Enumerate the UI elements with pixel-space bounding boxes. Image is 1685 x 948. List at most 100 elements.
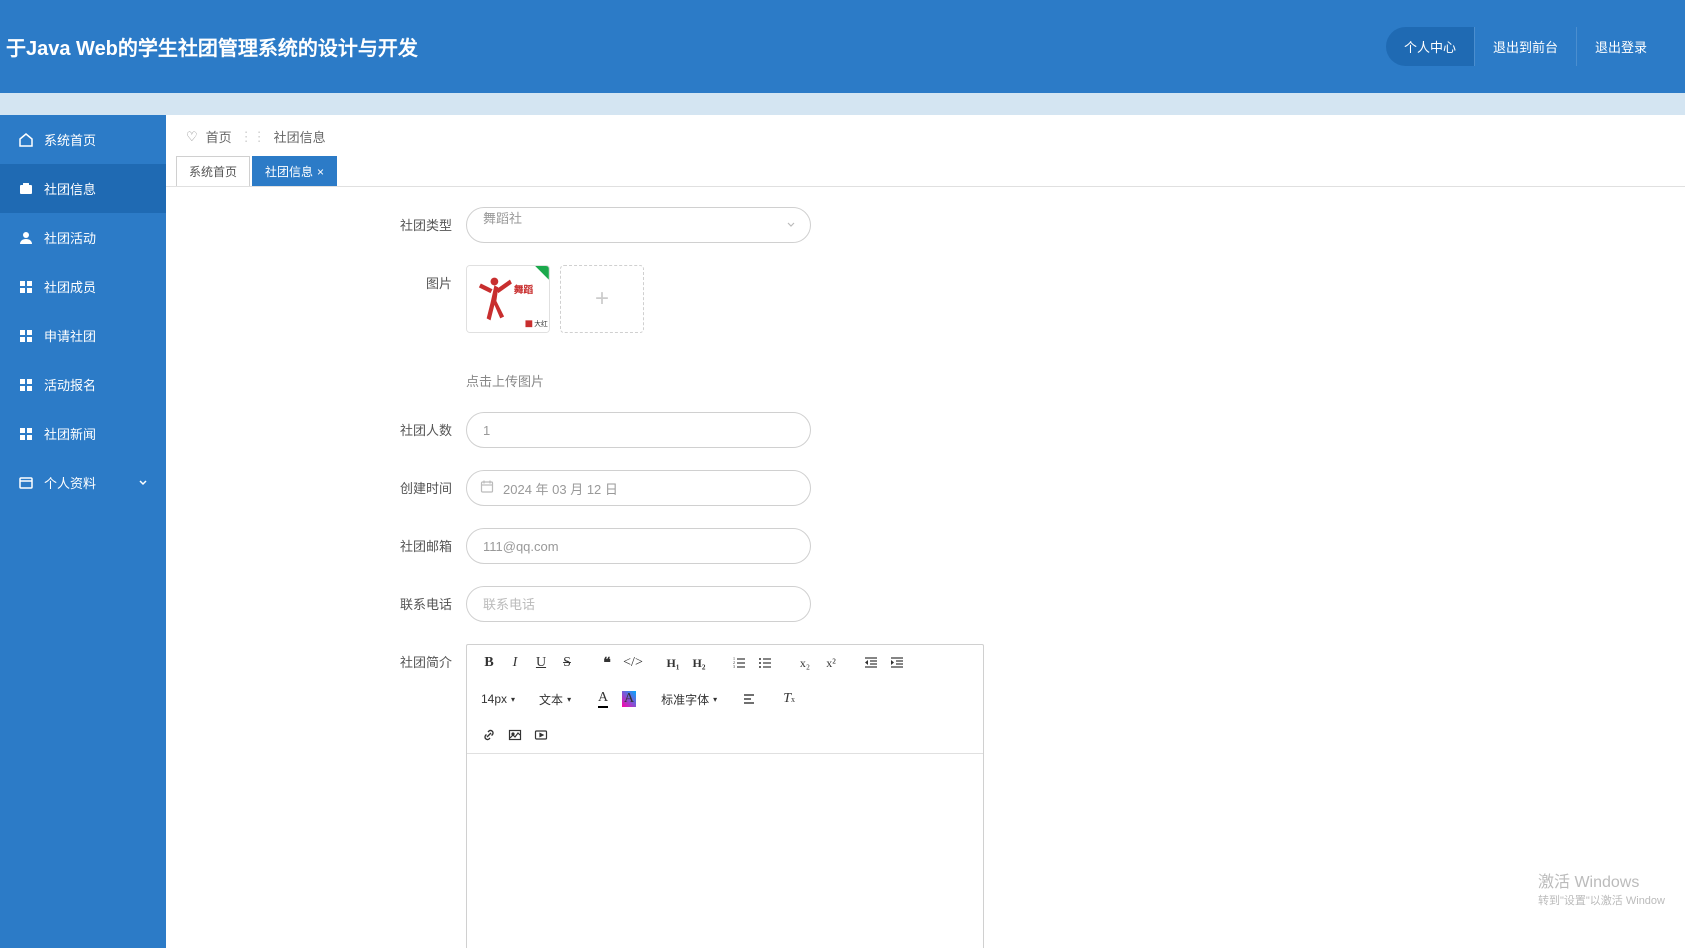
chevron-down-icon <box>138 475 148 490</box>
app-header: 于Java Web的学生社团管理系统的设计与开发 个人中心 退出到前台 退出登录 <box>0 0 1685 93</box>
upload-hint: 点击上传图片 <box>466 371 644 390</box>
phone-input[interactable] <box>466 586 811 622</box>
svg-text:大红: 大红 <box>534 319 548 328</box>
sidebar: 系统首页 社团信息 社团活动 社团成员 申请社团 <box>0 115 166 948</box>
italic-button[interactable]: I <box>503 651 527 675</box>
bg-color-button[interactable]: A <box>617 687 641 711</box>
field-member-count: 社团人数 <box>206 412 1645 448</box>
font-color-button[interactable]: A <box>591 687 615 711</box>
calendar-icon <box>480 480 494 497</box>
sidebar-item-label: 社团活动 <box>44 228 96 247</box>
grid-icon <box>18 279 34 295</box>
field-label: 创建时间 <box>206 470 466 497</box>
info-icon <box>18 181 34 197</box>
underline-button[interactable]: U <box>529 651 553 675</box>
user-icon <box>18 230 34 246</box>
breadcrumb-current: 社团信息 <box>274 127 326 146</box>
text-type-select[interactable]: 文本▾ <box>535 689 575 710</box>
field-label: 社团类型 <box>206 207 466 234</box>
sidebar-item-club-news[interactable]: 社团新闻 <box>0 409 166 458</box>
nav-profile-center[interactable]: 个人中心 <box>1386 27 1474 66</box>
svg-text:舞蹈: 舞蹈 <box>514 283 534 296</box>
font-family-select[interactable]: 标准字体▾ <box>657 689 721 710</box>
sidebar-item-apply-club[interactable]: 申请社团 <box>0 311 166 360</box>
field-club-type: 社团类型 舞蹈社 <box>206 207 1645 243</box>
outdent-button[interactable] <box>859 651 883 675</box>
tab-close-icon[interactable]: × <box>317 165 324 179</box>
sidebar-item-personal-info[interactable]: 个人资料 <box>0 458 166 507</box>
email-input[interactable] <box>466 528 811 564</box>
sidebar-item-label: 个人资料 <box>44 473 96 492</box>
image-upload-area: 舞蹈 大红 + <box>466 265 644 333</box>
editor-toolbar: B I U S ❝ </> H₁ H₂ 123 <box>467 645 983 754</box>
club-form: 社团类型 舞蹈社 图片 <box>166 187 1685 948</box>
field-intro: 社团简介 B I U S ❝ </> H₁ H₂ <box>206 644 1645 948</box>
breadcrumb: ♡ 首页 ⋮⋮ 社团信息 <box>166 115 1685 156</box>
field-create-time: 创建时间 <box>206 470 1645 506</box>
member-count-input[interactable] <box>466 412 811 448</box>
rich-text-editor: B I U S ❝ </> H₁ H₂ 123 <box>466 644 984 948</box>
sidebar-item-label: 社团信息 <box>44 179 96 198</box>
create-time-input[interactable] <box>466 470 811 506</box>
tab-label: 系统首页 <box>189 165 237 179</box>
sidebar-item-label: 社团成员 <box>44 277 96 296</box>
sidebar-item-club-members[interactable]: 社团成员 <box>0 262 166 311</box>
code-button[interactable]: </> <box>621 651 645 675</box>
field-label: 社团人数 <box>206 412 466 439</box>
sidebar-item-club-activity[interactable]: 社团活动 <box>0 213 166 262</box>
grid-icon <box>18 377 34 393</box>
tabs: 系统首页 社团信息 × <box>166 156 1685 187</box>
heading1-button[interactable]: H₁ <box>661 651 685 675</box>
image-button[interactable] <box>503 723 527 747</box>
subscript-button[interactable]: x₂ <box>793 651 817 675</box>
app-title: 于Java Web的学生社团管理系统的设计与开发 <box>6 32 418 61</box>
ordered-list-button[interactable]: 123 <box>727 651 751 675</box>
club-type-select[interactable]: 舞蹈社 <box>466 207 811 243</box>
sidebar-item-label: 系统首页 <box>44 130 96 149</box>
breadcrumb-separator: ⋮⋮ <box>240 129 266 145</box>
indent-button[interactable] <box>885 651 909 675</box>
heart-icon: ♡ <box>186 129 198 145</box>
clear-format-button[interactable]: Tx <box>777 687 801 711</box>
main-container: 系统首页 社团信息 社团活动 社团成员 申请社团 <box>0 115 1685 948</box>
strikethrough-button[interactable]: S <box>555 651 579 675</box>
unordered-list-button[interactable] <box>753 651 777 675</box>
sidebar-item-label: 活动报名 <box>44 375 96 394</box>
image-thumbnail[interactable]: 舞蹈 大红 <box>466 265 550 333</box>
header-nav: 个人中心 退出到前台 退出登录 <box>1386 27 1665 66</box>
field-image: 图片 <box>206 265 1645 390</box>
sidebar-item-label: 社团新闻 <box>44 424 96 443</box>
field-label: 社团简介 <box>206 644 466 671</box>
field-label: 图片 <box>206 265 466 292</box>
video-button[interactable] <box>529 723 553 747</box>
font-size-select[interactable]: 14px▾ <box>477 690 519 708</box>
link-button[interactable] <box>477 723 501 747</box>
plus-icon: + <box>595 285 609 313</box>
sidebar-item-home[interactable]: 系统首页 <box>0 115 166 164</box>
header-strip <box>0 93 1685 115</box>
tab-label: 社团信息 <box>265 165 313 179</box>
profile-icon <box>18 475 34 491</box>
sidebar-item-label: 申请社团 <box>44 326 96 345</box>
field-label: 社团邮箱 <box>206 528 466 555</box>
superscript-button[interactable]: x² <box>819 651 843 675</box>
home-icon <box>18 132 34 148</box>
nav-logout[interactable]: 退出登录 <box>1576 27 1665 66</box>
field-label: 联系电话 <box>206 586 466 613</box>
bold-button[interactable]: B <box>477 651 501 675</box>
field-phone: 联系电话 <box>206 586 1645 622</box>
sidebar-item-activity-signup[interactable]: 活动报名 <box>0 360 166 409</box>
tab-system-home[interactable]: 系统首页 <box>176 156 250 186</box>
heading2-button[interactable]: H₂ <box>687 651 711 675</box>
add-image-button[interactable]: + <box>560 265 644 333</box>
field-email: 社团邮箱 <box>206 528 1645 564</box>
svg-text:3: 3 <box>733 664 735 669</box>
sidebar-item-club-info[interactable]: 社团信息 <box>0 164 166 213</box>
editor-body[interactable] <box>467 754 983 948</box>
tab-club-info[interactable]: 社团信息 × <box>252 156 337 186</box>
align-button[interactable] <box>737 687 761 711</box>
nav-exit-frontend[interactable]: 退出到前台 <box>1474 27 1576 66</box>
grid-icon <box>18 426 34 442</box>
quote-button[interactable]: ❝ <box>595 651 619 675</box>
breadcrumb-home[interactable]: 首页 <box>206 127 232 146</box>
